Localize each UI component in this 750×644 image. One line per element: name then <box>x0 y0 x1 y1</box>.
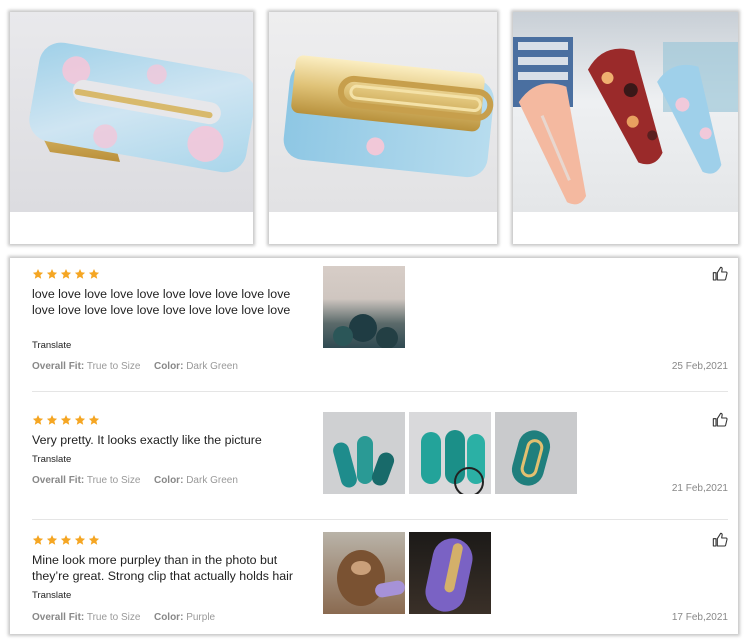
star-icon <box>32 269 44 279</box>
star-icon <box>60 415 72 425</box>
star-rating <box>32 414 100 426</box>
review-photo[interactable] <box>409 412 491 494</box>
product-photo-card-1[interactable] <box>10 12 253 244</box>
review-photo[interactable] <box>323 412 405 494</box>
product-photo-2 <box>269 12 497 212</box>
color-value: Dark Green <box>186 361 238 372</box>
fit-label: Overall Fit: <box>32 361 85 372</box>
star-icon <box>46 535 58 545</box>
review-date: 25 Feb,2021 <box>671 361 728 372</box>
thumbs-up-icon[interactable] <box>712 532 728 548</box>
star-rating <box>32 534 100 546</box>
star-icon <box>88 415 100 425</box>
review-meta: Overall Fit: True to Size Color: Dark Gr… <box>32 475 238 486</box>
review-photo[interactable] <box>495 412 577 494</box>
review-date: 17 Feb,2021 <box>671 612 728 623</box>
review-text: Mine look more purpley than in the photo… <box>32 553 294 583</box>
star-icon <box>88 269 100 279</box>
thumbs-up-icon[interactable] <box>712 266 728 282</box>
fit-value: True to Size <box>86 475 141 486</box>
fit-label: Overall Fit: <box>32 612 85 623</box>
review-meta: Overall Fit: True to Size Color: Purple <box>32 612 215 623</box>
product-photo-card-2[interactable] <box>269 12 497 244</box>
star-icon <box>74 269 86 279</box>
review-date: 21 Feb,2021 <box>671 483 728 494</box>
translate-link[interactable]: Translate <box>32 590 71 601</box>
star-rating <box>32 268 100 280</box>
translate-link[interactable]: Translate <box>32 454 71 465</box>
review-photo[interactable] <box>323 266 405 348</box>
translate-link[interactable]: Translate <box>32 340 71 351</box>
review-meta: Overall Fit: True to Size Color: Dark Gr… <box>32 361 238 372</box>
fit-label: Overall Fit: <box>32 475 85 486</box>
star-icon <box>46 269 58 279</box>
review-text: love love love love love love love love … <box>32 287 291 317</box>
color-label: Color: <box>153 612 184 623</box>
color-value: Purple <box>186 612 216 623</box>
star-icon <box>32 535 44 545</box>
review-photo[interactable] <box>323 532 405 614</box>
review-text: Very pretty. It looks exactly like the p… <box>32 433 262 447</box>
review-photo[interactable] <box>409 532 491 614</box>
product-photo-1 <box>10 12 253 212</box>
star-icon <box>88 535 100 545</box>
review-item-1: love love love love love love love love … <box>10 258 738 390</box>
review-divider <box>32 391 728 392</box>
review-divider <box>32 519 728 520</box>
star-icon <box>74 415 86 425</box>
product-photo-3 <box>513 12 738 212</box>
star-icon <box>32 415 44 425</box>
thumbs-up-icon[interactable] <box>712 412 728 428</box>
star-icon <box>74 535 86 545</box>
reviews-panel: love love love love love love love love … <box>10 258 738 634</box>
color-label: Color: <box>153 475 184 486</box>
product-photo-card-3[interactable] <box>513 12 738 244</box>
color-label: Color: <box>153 361 184 372</box>
star-icon <box>60 535 72 545</box>
fit-value: True to Size <box>86 612 141 623</box>
review-item-2: Very pretty. It looks exactly like the p… <box>10 404 738 514</box>
color-value: Dark Green <box>186 475 238 486</box>
star-icon <box>46 415 58 425</box>
star-icon <box>60 269 72 279</box>
review-item-3: Mine look more purpley than in the photo… <box>10 524 738 634</box>
fit-value: True to Size <box>86 361 141 372</box>
